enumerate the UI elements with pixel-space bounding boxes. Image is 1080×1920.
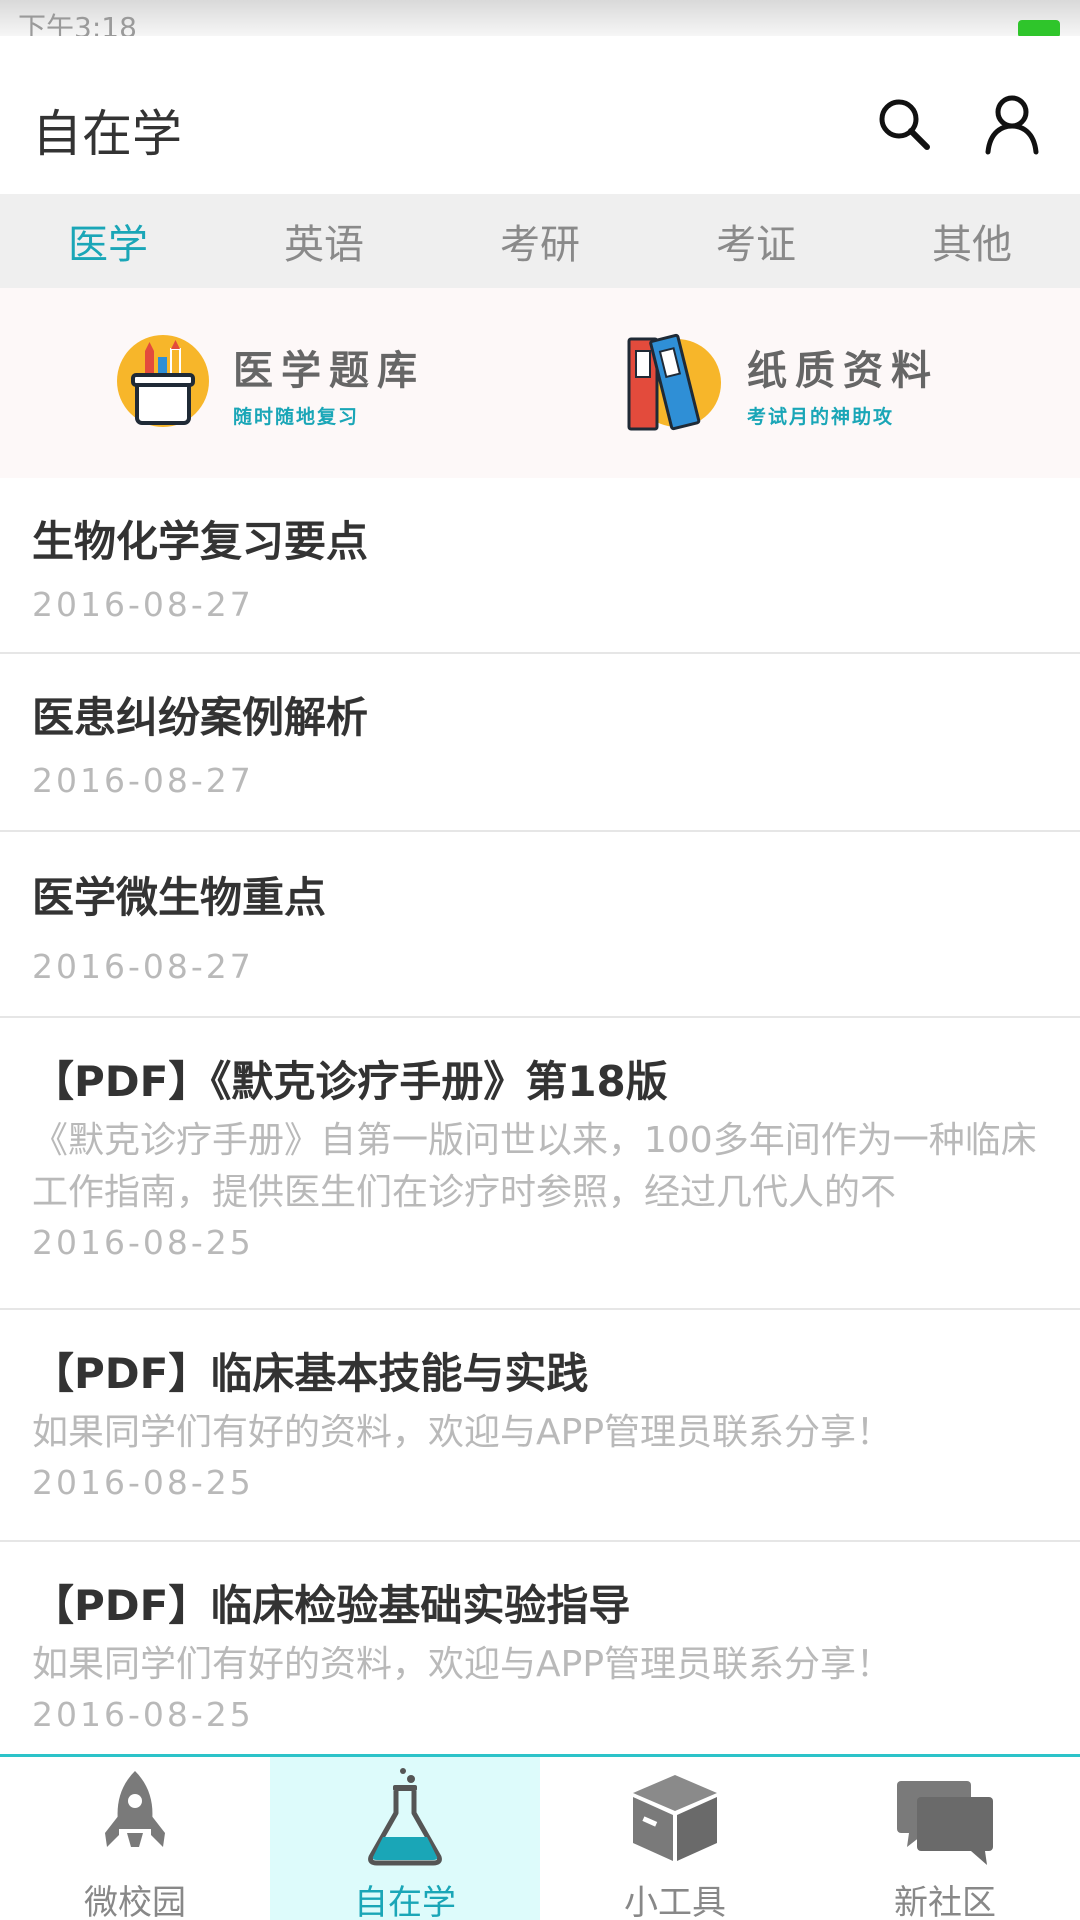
flask-icon <box>368 1768 442 1866</box>
search-icon <box>879 99 930 150</box>
paper-materials-link[interactable]: 纸质资料 考试月的神助攻 <box>625 328 939 438</box>
nav-campus[interactable]: 微校园 <box>0 1757 270 1920</box>
article-title: 生物化学复习要点 <box>32 517 369 566</box>
article-date: 2016-08-27 <box>32 761 254 800</box>
article-title: 【PDF】《默克诊疗手册》第18版 <box>32 1057 668 1106</box>
nav-tools[interactable]: 小工具 <box>540 1757 810 1920</box>
bottom-navigation: 微校园 自在学 小工具 新社区 <box>0 1754 1080 1920</box>
status-bar: 下午3:18 <box>0 0 1080 36</box>
promo-subtitle: 随时随地复习 <box>233 405 360 428</box>
promo-title: 纸质资料 <box>747 347 939 394</box>
article-title: 医学微生物重点 <box>32 873 327 922</box>
nav-label: 自在学 <box>354 1883 456 1920</box>
list-item[interactable]: 生物化学复习要点 2016-08-27 <box>0 478 1080 654</box>
profile-button[interactable] <box>980 92 1044 156</box>
nav-label: 小工具 <box>624 1883 726 1920</box>
question-bank-link[interactable]: 医学题库 随时随地复习 <box>115 328 425 438</box>
tab-other[interactable]: 其他 <box>864 194 1080 288</box>
article-date: 2016-08-25 <box>32 1223 254 1262</box>
list-item[interactable]: 【PDF】临床检验基础实验指导 如果同学们有好的资料，欢迎与APP管理员联系分享… <box>0 1542 1080 1756</box>
tab-postgrad[interactable]: 考研 <box>432 194 648 288</box>
promo-subtitle: 考试月的神助攻 <box>747 405 895 428</box>
pencil-cup-icon <box>117 335 209 427</box>
nav-community[interactable]: 新社区 <box>810 1757 1080 1920</box>
category-tabs: 医学 英语 考研 考证 其他 <box>0 194 1080 288</box>
nav-label: 新社区 <box>894 1883 996 1920</box>
battery-icon <box>1018 20 1060 36</box>
article-title: 【PDF】临床检验基础实验指导 <box>32 1581 631 1630</box>
user-icon <box>985 95 1039 155</box>
search-button[interactable] <box>872 92 936 156</box>
article-title: 【PDF】临床基本技能与实践 <box>32 1349 589 1398</box>
binders-icon <box>627 333 721 431</box>
article-date: 2016-08-25 <box>32 1463 254 1502</box>
list-item[interactable]: 医学微生物重点 2016-08-27 <box>0 832 1080 1018</box>
status-time: 下午3:18 <box>18 11 137 36</box>
chat-icon <box>897 1781 993 1865</box>
list-item[interactable]: 医患纠纷案例解析 2016-08-27 <box>0 654 1080 832</box>
box-icon <box>633 1775 717 1861</box>
list-item[interactable]: 【PDF】临床基本技能与实践 如果同学们有好的资料，欢迎与APP管理员联系分享！… <box>0 1310 1080 1542</box>
tab-english[interactable]: 英语 <box>216 194 432 288</box>
list-item[interactable]: 【PDF】《默克诊疗手册》第18版 《默克诊疗手册》自第一版问世以来，100多年… <box>0 1018 1080 1310</box>
nav-self-study[interactable]: 自在学 <box>270 1757 540 1920</box>
nav-label: 微校园 <box>84 1883 186 1920</box>
article-date: 2016-08-25 <box>32 1695 254 1734</box>
article-list: 生物化学复习要点 2016-08-27 医患纠纷案例解析 2016-08-27 … <box>0 478 1080 1756</box>
article-summary: 如果同学们有好的资料，欢迎与APP管理员联系分享！ <box>32 1412 893 1453</box>
promo-banner: 医学题库 随时随地复习 纸质资料 考试月的神助攻 <box>0 288 1080 478</box>
page-title: 自在学 <box>32 105 182 163</box>
app-bar: 自在学 <box>0 36 1080 194</box>
article-summary: 《默克诊疗手册》自第一版问世以来，100多年间作为一种临床工作指南，提供医生们在… <box>32 1120 1037 1213</box>
article-date: 2016-08-27 <box>32 585 254 624</box>
article-summary: 如果同学们有好的资料，欢迎与APP管理员联系分享！ <box>32 1644 893 1685</box>
article-date: 2016-08-27 <box>32 947 254 986</box>
rocket-icon <box>105 1771 165 1847</box>
article-title: 医患纠纷案例解析 <box>32 693 369 742</box>
app-screen: 下午3:18 自在学 医学 英语 考研 考证 其他 医学题库 随时随地复习 纸质… <box>0 0 1080 1920</box>
promo-title: 医学题库 <box>233 347 425 394</box>
tab-medicine[interactable]: 医学 <box>0 194 216 288</box>
tab-certificate[interactable]: 考证 <box>648 194 864 288</box>
